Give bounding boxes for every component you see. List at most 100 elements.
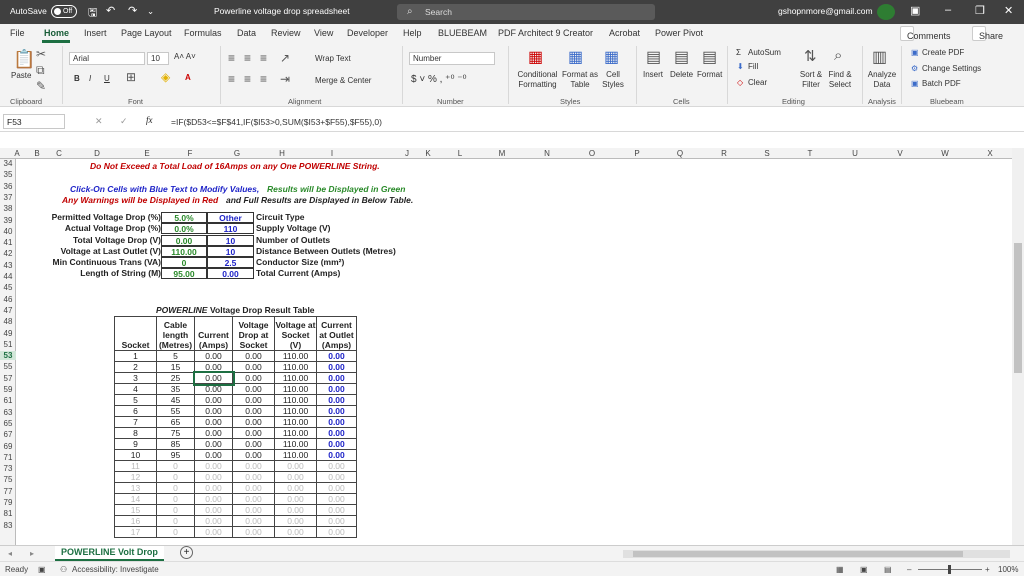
column-header[interactable]: W xyxy=(938,149,952,158)
row-header[interactable]: 34 xyxy=(0,159,16,168)
worksheet-area[interactable]: Do Not Exceed a Total Load of 16Amps on … xyxy=(17,159,1007,545)
column-header[interactable]: M xyxy=(495,149,509,158)
row-header[interactable]: 71 xyxy=(0,453,16,462)
table-cell[interactable]: 9 xyxy=(114,438,157,450)
row-header[interactable]: 59 xyxy=(0,385,16,394)
table-cell[interactable]: 0.00 xyxy=(316,416,357,428)
table-cell[interactable]: 110.00 xyxy=(274,405,317,417)
scroll-thumb[interactable] xyxy=(1014,243,1022,373)
column-header[interactable]: A xyxy=(10,149,24,158)
column-header[interactable]: T xyxy=(803,149,817,158)
enter-icon[interactable]: ✓ xyxy=(120,116,128,127)
table-cell[interactable]: 4 xyxy=(114,383,157,395)
table-cell[interactable]: 0.00 xyxy=(232,383,275,395)
tab-review[interactable]: Review xyxy=(271,28,301,38)
table-cell[interactable]: 110.00 xyxy=(274,383,317,395)
table-cell[interactable]: 0 xyxy=(156,504,195,516)
format-cells-button[interactable]: Format xyxy=(697,70,722,79)
table-cell[interactable]: 0.00 xyxy=(274,471,317,483)
table-cell[interactable]: 110.00 xyxy=(274,394,317,406)
table-cell[interactable]: 0.00 xyxy=(194,460,233,472)
table-cell[interactable]: 0.00 xyxy=(316,394,357,406)
table-cell[interactable]: 0.00 xyxy=(316,493,357,505)
zoom-in-icon[interactable]: + xyxy=(985,565,990,574)
change-settings-button[interactable]: Change Settings xyxy=(922,64,981,73)
horizontal-scroll-thumb[interactable] xyxy=(633,551,963,557)
comments-button[interactable]: Comments xyxy=(900,26,951,41)
zoom-out-icon[interactable]: – xyxy=(907,565,911,574)
table-cell[interactable]: 0.00 xyxy=(194,482,233,494)
font-name-select[interactable]: Arial xyxy=(69,52,145,65)
restore-icon[interactable]: ❐ xyxy=(975,4,985,17)
column-header[interactable]: R xyxy=(717,149,731,158)
macro-record-icon[interactable]: ▣ xyxy=(38,565,46,574)
name-box[interactable]: F53 xyxy=(3,114,65,129)
row-header[interactable]: 35 xyxy=(0,170,16,179)
row-header[interactable]: 36 xyxy=(0,182,16,191)
table-cell[interactable]: 0 xyxy=(156,515,195,527)
table-cell[interactable]: 14 xyxy=(114,493,157,505)
cut-icon[interactable]: ✂ xyxy=(36,47,46,61)
table-cell[interactable]: 0.00 xyxy=(316,405,357,417)
table-cell[interactable]: 0.00 xyxy=(316,482,357,494)
italic-button[interactable]: I xyxy=(89,74,91,83)
account-email[interactable]: gshopnmore@gmail.com xyxy=(778,6,873,16)
table-cell[interactable]: 95 xyxy=(156,449,195,461)
table-cell[interactable]: 0.00 xyxy=(232,405,275,417)
formula-input[interactable]: =IF($D53<=$F$41,IF($I53>0,SUM($I53+$F55)… xyxy=(171,117,382,127)
table-cell[interactable]: 2 xyxy=(114,361,157,373)
horizontal-scrollbar[interactable] xyxy=(623,550,1010,558)
input-value[interactable]: 10 xyxy=(207,246,254,257)
table-cell[interactable]: 0.00 xyxy=(274,482,317,494)
row-header[interactable]: 81 xyxy=(0,509,16,518)
tab-view[interactable]: View xyxy=(314,28,333,38)
table-cell[interactable]: 10 xyxy=(114,449,157,461)
align-center-icon[interactable]: ≡ xyxy=(244,72,251,86)
bold-button[interactable]: B xyxy=(74,74,80,83)
insert-function-icon[interactable]: fx xyxy=(146,115,153,125)
row-header[interactable]: 61 xyxy=(0,396,16,405)
row-header[interactable]: 41 xyxy=(0,238,16,247)
table-cell[interactable]: 35 xyxy=(156,383,195,395)
row-header[interactable]: 39 xyxy=(0,216,16,225)
minimize-icon[interactable]: – xyxy=(945,4,951,16)
row-header[interactable]: 49 xyxy=(0,329,16,338)
table-cell[interactable]: 110.00 xyxy=(274,350,317,362)
tab-file[interactable]: File xyxy=(10,28,25,38)
delete-cells-button[interactable]: Delete xyxy=(670,70,693,79)
tab-acrobat[interactable]: Acrobat xyxy=(609,28,640,38)
table-cell[interactable]: 0.00 xyxy=(194,416,233,428)
table-cell[interactable]: 0.00 xyxy=(194,493,233,505)
row-header[interactable]: 67 xyxy=(0,430,16,439)
table-cell[interactable]: 0.00 xyxy=(316,504,357,516)
row-header[interactable]: 44 xyxy=(0,272,16,281)
column-header[interactable]: V xyxy=(893,149,907,158)
font-color-button[interactable]: A xyxy=(185,73,191,82)
table-cell[interactable]: 0.00 xyxy=(194,350,233,362)
table-cell[interactable]: 0.00 xyxy=(194,449,233,461)
tab-developer[interactable]: Developer xyxy=(347,28,388,38)
tab-power-pivot[interactable]: Power Pivot xyxy=(655,28,703,38)
table-cell[interactable]: 0.00 xyxy=(232,350,275,362)
table-cell[interactable]: 0.00 xyxy=(232,361,275,373)
table-cell[interactable]: 0 xyxy=(156,482,195,494)
align-left-icon[interactable]: ≡ xyxy=(228,72,235,86)
insert-cells-button[interactable]: Insert xyxy=(643,70,663,79)
table-cell[interactable]: 0.00 xyxy=(316,438,357,450)
table-cell[interactable]: 11 xyxy=(114,460,157,472)
row-header[interactable]: 63 xyxy=(0,408,16,417)
table-cell[interactable]: 85 xyxy=(156,438,195,450)
table-cell[interactable]: 0.00 xyxy=(316,460,357,472)
batch-pdf-button[interactable]: Batch PDF xyxy=(922,79,961,88)
table-cell[interactable]: 0.00 xyxy=(316,515,357,527)
row-header[interactable]: 40 xyxy=(0,227,16,236)
table-cell[interactable]: 0.00 xyxy=(194,383,233,395)
zoom-level[interactable]: 100% xyxy=(998,565,1018,574)
input-value[interactable]: 0.00 xyxy=(207,268,254,279)
column-header[interactable]: J xyxy=(400,149,414,158)
search-box[interactable]: ⌕ Search xyxy=(397,4,655,20)
table-cell[interactable]: 0.00 xyxy=(194,504,233,516)
input-value[interactable]: 2.5 xyxy=(207,257,254,268)
table-cell[interactable]: 65 xyxy=(156,416,195,428)
row-header[interactable]: 79 xyxy=(0,498,16,507)
